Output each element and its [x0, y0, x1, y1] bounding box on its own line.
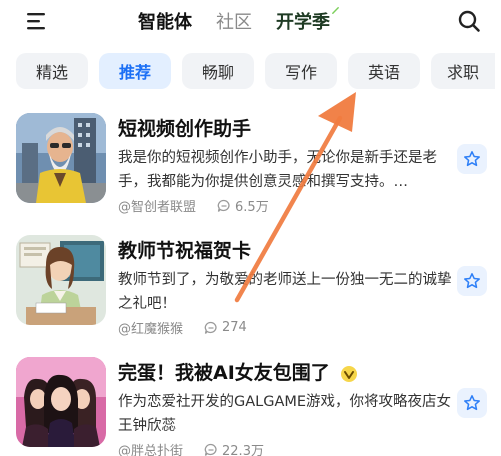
- tab-agents[interactable]: 智能体: [138, 8, 192, 34]
- agent-description: 作为恋爱社开发的GALGAME游戏，你将攻略夜店女王钟欣蕊: [118, 394, 452, 434]
- agent-author[interactable]: @胖总扑街: [118, 440, 183, 456]
- agent-card[interactable]: 短视频创作助手 我是你的短视频创作小助手，无论你是新手还是老手，我都能为你提供创…: [0, 100, 501, 215]
- comment-count-icon: [217, 199, 230, 212]
- usage-count-value: 274: [222, 320, 247, 335]
- agent-title: 短视频创作助手: [118, 118, 252, 140]
- usage-count: 22.3万: [204, 440, 264, 456]
- star-icon: [464, 273, 480, 289]
- agent-avatar-image: [16, 357, 106, 447]
- star-icon: [464, 151, 480, 167]
- chip-english[interactable]: 英语: [348, 53, 420, 89]
- tab-back-to-school[interactable]: 开学季: [276, 7, 339, 34]
- agent-title-text: 完蛋！我被AI女友包围了: [118, 362, 330, 384]
- agent-avatar-image: [16, 235, 106, 325]
- agent-meta: @智创者联盟 6.5万: [118, 196, 269, 215]
- favorite-button[interactable]: [457, 144, 487, 174]
- top-bar: 智能体 社区 开学季: [0, 0, 501, 44]
- agent-title: 完蛋！我被AI女友包围了: [118, 358, 358, 385]
- chip-chat[interactable]: 畅聊: [182, 53, 254, 89]
- tab-back-to-school-label: 开学季: [276, 12, 330, 33]
- comment-count-icon: [204, 443, 217, 456]
- chip-job-hunting[interactable]: 求职: [431, 53, 495, 89]
- agent-description: 我是你的短视频创作小助手，无论你是新手还是老手，我都能为你提供创意灵感和撰写支持…: [118, 150, 437, 190]
- agent-meta: @红魔猴猴 274: [118, 318, 247, 337]
- category-chips: 精选 推荐 畅聊 写作 英语 求职: [16, 53, 495, 89]
- star-icon: [464, 395, 480, 411]
- sparkle-icon: [332, 7, 339, 14]
- agent-description: 教师节到了，为敬爱的老师送上一份独一无二的诚挚之礼吧！: [118, 272, 452, 312]
- menu-icon[interactable]: [26, 10, 48, 32]
- agent-avatar-image: [16, 113, 106, 203]
- favorite-button[interactable]: [457, 266, 487, 296]
- agent-title: 教师节祝福贺卡: [118, 240, 252, 262]
- usage-count: 274: [204, 320, 247, 335]
- usage-count-value: 6.5万: [235, 200, 269, 215]
- verified-badge-icon: [341, 365, 358, 382]
- usage-count-value: 22.3万: [222, 444, 264, 456]
- comment-count-icon: [204, 321, 217, 334]
- agent-meta: @胖总扑街 22.3万: [118, 440, 264, 456]
- agent-author[interactable]: @智创者联盟: [118, 196, 196, 215]
- chip-writing[interactable]: 写作: [265, 53, 337, 89]
- tab-community[interactable]: 社区: [216, 8, 252, 34]
- search-icon[interactable]: [457, 9, 481, 33]
- chip-featured[interactable]: 精选: [16, 53, 88, 89]
- chip-recommended[interactable]: 推荐: [99, 53, 171, 89]
- favorite-button[interactable]: [457, 388, 487, 418]
- top-tabs: 智能体 社区 开学季: [138, 7, 354, 34]
- agent-card[interactable]: 教师节祝福贺卡 教师节到了，为敬爱的老师送上一份独一无二的诚挚之礼吧！ @红魔猴…: [0, 222, 501, 337]
- agent-author[interactable]: @红魔猴猴: [118, 318, 183, 337]
- agent-card[interactable]: 完蛋！我被AI女友包围了 作为恋爱社开发的GALGAME游戏，你将攻略夜店女王钟…: [0, 344, 501, 456]
- usage-count: 6.5万: [217, 196, 269, 215]
